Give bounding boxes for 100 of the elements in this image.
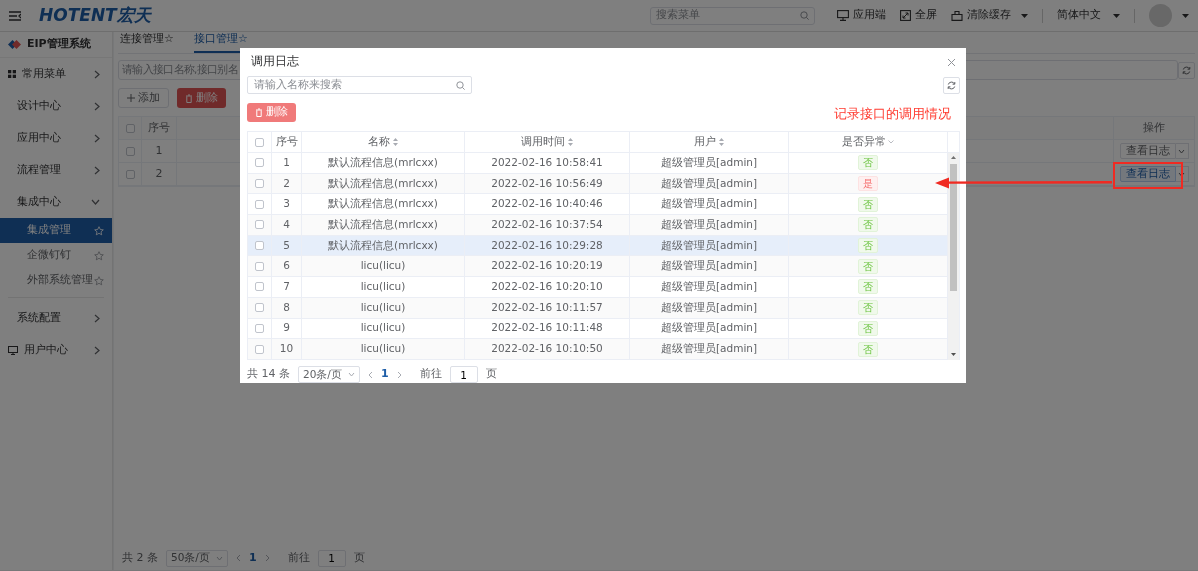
sidebar-item[interactable]: 集成中心 xyxy=(0,186,112,218)
checkbox[interactable] xyxy=(255,241,264,251)
grid-icon xyxy=(8,70,16,78)
total-count: 共 2 条 xyxy=(122,549,158,566)
fullscreen-icon xyxy=(900,10,911,21)
column-header: 调用时间 xyxy=(521,134,565,150)
page-input[interactable]: 1 xyxy=(449,366,478,383)
sidebar-subitem[interactable]: 外部系统管理 xyxy=(0,268,112,293)
checkbox[interactable] xyxy=(125,123,135,133)
checkbox[interactable] xyxy=(255,261,264,271)
plus-icon xyxy=(127,94,135,102)
avatar-menu[interactable] xyxy=(1149,4,1189,27)
table-cell-text: 2022-02-16 10:11:48 xyxy=(491,320,603,336)
total-count: 共 14 条 xyxy=(247,366,290,383)
table-cell: 2022-02-16 10:10:50 xyxy=(491,341,603,357)
status-tag: 否 xyxy=(858,155,878,171)
search-icon xyxy=(456,80,465,90)
page-size-select[interactable]: 20条/页 xyxy=(298,366,360,383)
status-tag: 否 xyxy=(858,279,878,295)
menu-icon xyxy=(9,10,21,21)
close-button[interactable] xyxy=(948,58,955,66)
table-cell-text: 1 xyxy=(283,154,290,170)
checkbox[interactable] xyxy=(125,169,135,179)
table-cell-text: 1 xyxy=(155,142,163,159)
status-tag: 否 xyxy=(858,300,878,316)
table-cell: 7 xyxy=(283,279,290,295)
table-row[interactable]: 8 licu(licu) 2022-02-16 10:11:57 超级管理员[admin] 否 xyxy=(248,297,947,319)
table-cell-text: 2022-02-16 10:40:46 xyxy=(491,196,603,212)
sort-icon xyxy=(568,138,573,146)
column-header: 序号 xyxy=(148,119,170,136)
sidebar-item[interactable]: 系统配置 xyxy=(0,302,112,334)
table-cell-text: 2 xyxy=(283,175,290,191)
refresh-button[interactable] xyxy=(1178,61,1195,79)
table-row[interactable]: 7 licu(licu) 2022-02-16 10:20:10 超级管理员[admin] 否 xyxy=(248,277,947,298)
table-cell: 超级管理员[admin] xyxy=(660,279,758,295)
delete-button[interactable]: 删除 xyxy=(177,88,226,108)
checkbox[interactable] xyxy=(255,199,264,209)
page-unit: 页 xyxy=(485,366,497,383)
sidebar-item[interactable]: 应用中心 xyxy=(0,122,112,154)
checkbox[interactable] xyxy=(255,323,264,333)
prev-page-icon xyxy=(236,554,241,562)
monitor-icon xyxy=(837,10,849,21)
sidebar-item[interactable]: 设计中心 xyxy=(0,90,112,122)
header-action[interactable]: 全屏 xyxy=(900,7,937,24)
checkbox[interactable] xyxy=(255,303,264,313)
goto-label: 前往 xyxy=(287,549,310,566)
search-icon xyxy=(800,11,809,20)
sidebar-item[interactable]: 用户中心 xyxy=(0,334,112,366)
checkbox[interactable] xyxy=(255,344,264,354)
checkbox[interactable] xyxy=(255,282,264,292)
language-select[interactable]: 简体中文 xyxy=(1057,7,1120,24)
table-row[interactable]: 2 默认流程信息(mrlcxx) 2022-02-16 10:56:49 超级管理员[admin] 是 xyxy=(248,173,947,195)
page-size-select[interactable]: 50条/页 xyxy=(166,549,228,567)
prev-page-icon xyxy=(368,370,373,379)
page-number[interactable]: 1 xyxy=(381,366,389,383)
view-log-button[interactable]: 查看日志 xyxy=(1119,166,1176,182)
sidebar-subitem[interactable]: 集成管理 xyxy=(0,218,112,243)
table-cell-text: 2022-02-16 10:11:57 xyxy=(491,299,603,315)
caret-icon xyxy=(1113,13,1120,18)
table-cell-text: 超级管理员[admin] xyxy=(660,258,758,274)
table-row[interactable]: 5 默认流程信息(mrlcxx) 2022-02-16 10:29:28 超级管理员[admin] 否 xyxy=(248,235,947,257)
table-row[interactable]: 9 licu(licu) 2022-02-16 10:11:48 超级管理员[admin] 否 xyxy=(248,318,947,340)
checkbox[interactable] xyxy=(255,220,264,230)
add-button[interactable]: 添加 xyxy=(118,88,169,108)
logo: HOTENT宏天 xyxy=(39,3,151,27)
delete-button[interactable]: 删除 xyxy=(247,103,296,122)
page-input[interactable]: 1 xyxy=(317,549,346,567)
refresh-button[interactable] xyxy=(943,76,960,94)
table-row[interactable]: 1 默认流程信息(mrlcxx) 2022-02-16 10:58:41 超级管理员[admin] 否 xyxy=(248,153,947,174)
diamond-logo-icon xyxy=(8,40,21,49)
chevron-down-icon xyxy=(348,372,355,377)
checkbox[interactable] xyxy=(125,146,135,156)
page-number[interactable]: 1 xyxy=(249,549,257,567)
sidebar-item[interactable]: 流程管理 xyxy=(0,154,112,186)
table-row[interactable]: 4 默认流程信息(mrlcxx) 2022-02-16 10:37:54 超级管理员[admin] 否 xyxy=(248,215,947,236)
header-action[interactable]: 清除缓存 xyxy=(951,7,1028,24)
table-cell-text: 5 xyxy=(283,237,290,253)
scrollbar[interactable] xyxy=(948,153,959,360)
refresh-icon xyxy=(1182,65,1191,75)
column-header: 操作 xyxy=(1143,119,1165,136)
search-field[interactable]: 请输入名称来搜索 xyxy=(247,76,472,94)
column-header: 名称 xyxy=(368,134,390,150)
tab[interactable]: 连接管理☆ xyxy=(120,30,174,53)
status-tag: 是 xyxy=(858,176,878,192)
table-row[interactable]: 6 licu(licu) 2022-02-16 10:20:19 超级管理员[admin] 否 xyxy=(248,256,947,278)
filter-caret-icon xyxy=(888,140,894,144)
table-cell: 超级管理员[admin] xyxy=(660,217,758,233)
view-log-button[interactable]: 查看日志 xyxy=(1119,143,1176,159)
sidebar-subitem[interactable]: 企微钉钉 xyxy=(0,243,112,268)
checkbox[interactable] xyxy=(255,137,264,147)
trash-icon xyxy=(185,93,193,103)
table-row[interactable]: 10 licu(licu) 2022-02-16 10:10:50 超级管理员[admin] 否 xyxy=(248,339,947,360)
table-cell: 4 xyxy=(283,217,290,233)
header-action[interactable]: 应用端 xyxy=(837,7,886,24)
chevron-down-icon xyxy=(216,555,223,561)
sidebar-item[interactable]: 常用菜单 xyxy=(0,58,112,90)
table-row[interactable]: 3 默认流程信息(mrlcxx) 2022-02-16 10:40:46 超级管理员[admin] 否 xyxy=(248,194,947,216)
status-tag: 否 xyxy=(858,341,878,357)
checkbox[interactable] xyxy=(255,158,264,168)
checkbox[interactable] xyxy=(255,179,264,189)
